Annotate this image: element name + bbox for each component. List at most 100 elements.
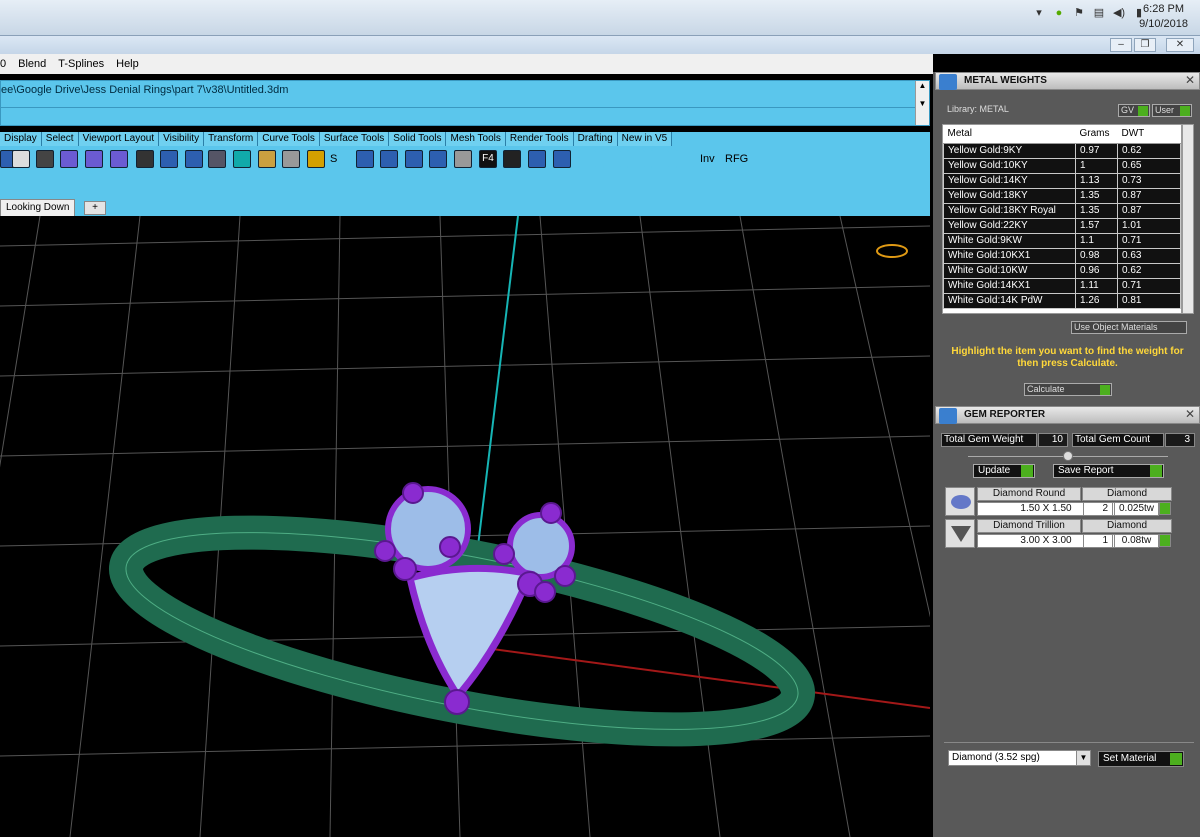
- table-row[interactable]: White Gold:14KX1 1.11 0.71: [943, 277, 1181, 294]
- use-object-materials-toggle[interactable]: Use Object Materials: [1071, 321, 1187, 334]
- table-row[interactable]: Yellow Gold:14KY 1.13 0.73: [943, 172, 1181, 189]
- dollar-icon[interactable]: [651, 150, 669, 168]
- gv-button[interactable]: GV: [1118, 104, 1150, 117]
- close-icon[interactable]: ✕: [1185, 73, 1195, 87]
- metal-weights-table[interactable]: Metal Grams DWT Yellow Gold:9KY 0.97 0.62 …: [942, 124, 1182, 314]
- arrow-icon[interactable]: [185, 150, 203, 168]
- tab-transform[interactable]: Transform: [204, 132, 259, 146]
- column-header-metal[interactable]: Metal: [943, 125, 1076, 144]
- close-button[interactable]: ✕: [1166, 38, 1194, 52]
- inv-label[interactable]: Inv: [700, 153, 715, 165]
- tab-visibility[interactable]: Visibility: [159, 132, 205, 146]
- chevron-down-icon[interactable]: ▼: [1076, 751, 1090, 765]
- save-icon[interactable]: [208, 150, 226, 168]
- metal-table-scrollbar[interactable]: [1182, 124, 1194, 314]
- gems-icon[interactable]: [136, 150, 154, 168]
- gem-list-item[interactable]: Diamond Round Diamond 1.50 X 1.50 2 0.02…: [945, 487, 1172, 516]
- tab-surface-tools[interactable]: Surface Tools: [319, 132, 390, 146]
- sphere-icon[interactable]: [60, 150, 78, 168]
- menu-item[interactable]: 0: [0, 58, 6, 70]
- device-icon[interactable]: ▤: [1092, 6, 1106, 20]
- mirror-icon[interactable]: [110, 150, 128, 168]
- viewport-tab-bar: Looking Down +: [0, 194, 930, 216]
- taskbar-clock[interactable]: 6:28 PM 9/10/2018: [1139, 2, 1188, 32]
- table-row[interactable]: White Gold:10KW 0.96 0.62: [943, 262, 1181, 279]
- column-header-grams[interactable]: Grams: [1075, 125, 1118, 144]
- update-button[interactable]: Update: [973, 464, 1035, 478]
- rfg-label[interactable]: RFG: [725, 153, 748, 165]
- transform-icon[interactable]: [627, 150, 645, 168]
- f4-button[interactable]: F4: [479, 150, 497, 168]
- network-status-icon[interactable]: ●: [1052, 6, 1066, 20]
- show-hidden-icons-icon[interactable]: ▾: [1032, 6, 1046, 20]
- up-arrow-2-icon[interactable]: [429, 150, 447, 168]
- table-row[interactable]: White Gold:14K PdW 1.26 0.81: [943, 292, 1181, 309]
- lock-icon[interactable]: [578, 150, 596, 168]
- unlock-icon[interactable]: [603, 150, 621, 168]
- tab-new-in-v5[interactable]: New in V5: [617, 132, 673, 146]
- gem-slider-handle[interactable]: [1063, 451, 1073, 461]
- menu-item-blend[interactable]: Blend: [18, 58, 46, 70]
- down-arrow-icon[interactable]: [380, 150, 398, 168]
- save-report-button[interactable]: Save Report: [1053, 464, 1164, 478]
- 3d-viewport[interactable]: [0, 216, 930, 837]
- command-scrollbar[interactable]: ▲ ▼: [915, 81, 929, 125]
- dwt-cell: 1.01: [1117, 217, 1181, 234]
- material-select[interactable]: Diamond (3.52 spg) ▼: [948, 750, 1091, 766]
- gear-icon[interactable]: [258, 150, 276, 168]
- tab-render-tools[interactable]: Render Tools: [505, 132, 574, 146]
- table-row[interactable]: Yellow Gold:10KY 1 0.65: [943, 157, 1181, 174]
- section-icon[interactable]: [85, 150, 103, 168]
- table-row[interactable]: White Gold:10KX1 0.98 0.63: [943, 247, 1181, 264]
- close-icon[interactable]: ✕: [1185, 407, 1195, 421]
- user-button[interactable]: User: [1152, 104, 1192, 117]
- s-curve-icon[interactable]: [454, 150, 472, 168]
- star-icon[interactable]: [503, 150, 521, 168]
- table-row[interactable]: White Gold:9KW 1.1 0.71: [943, 232, 1181, 249]
- table-row[interactable]: Yellow Gold:18KY Royal 1.35 0.87: [943, 202, 1181, 219]
- tab-solid-tools[interactable]: Solid Tools: [389, 132, 447, 146]
- cylinder-icon[interactable]: [528, 150, 546, 168]
- tab-viewport-layout[interactable]: Viewport Layout: [78, 132, 160, 146]
- gem-list-item[interactable]: Diamond Trillion Diamond 3.00 X 3.00 1 0…: [945, 519, 1172, 548]
- set-material-arrow-icon: [1170, 753, 1182, 765]
- volume-icon[interactable]: ◀): [1112, 6, 1126, 20]
- gem-select-arrow-icon[interactable]: [1159, 502, 1171, 515]
- points-icon[interactable]: [160, 150, 178, 168]
- add-viewport-tab-button[interactable]: +: [84, 201, 106, 215]
- table-row[interactable]: Yellow Gold:9KY 0.97 0.62: [943, 142, 1181, 159]
- tab-select[interactable]: Select: [41, 132, 79, 146]
- menu-item-help[interactable]: Help: [116, 58, 139, 70]
- tab-display[interactable]: Display: [0, 132, 42, 146]
- grams-cell: 1.35: [1075, 187, 1118, 204]
- tab-mesh-tools[interactable]: Mesh Tools: [446, 132, 506, 146]
- table-row[interactable]: Yellow Gold:22KY 1.57 1.01: [943, 217, 1181, 234]
- grid-icon[interactable]: [282, 150, 300, 168]
- viewport-tab-looking-down[interactable]: Looking Down: [0, 199, 76, 216]
- box-icon[interactable]: [233, 150, 251, 168]
- trillion-gem[interactable]: [405, 564, 535, 702]
- action-center-flag-icon[interactable]: ⚑: [1072, 6, 1086, 20]
- restore-button[interactable]: ❐: [1134, 38, 1156, 52]
- column-header-dwt[interactable]: DWT: [1117, 125, 1181, 144]
- round-gem-left[interactable]: [385, 486, 471, 572]
- command-area[interactable]: ee\Google Drive\Jess Denial Rings\part 7…: [0, 80, 930, 126]
- down-arrow-2-icon[interactable]: [405, 150, 423, 168]
- gem-select-arrow-icon[interactable]: [1159, 534, 1171, 547]
- gumball-icon[interactable]: [876, 244, 908, 258]
- table-row[interactable]: Yellow Gold:18KY 1.35 0.87: [943, 187, 1181, 204]
- s-label[interactable]: S: [330, 153, 337, 165]
- fe-icon[interactable]: [36, 150, 54, 168]
- tab-curve-tools[interactable]: Curve Tools: [258, 132, 320, 146]
- toolbar-tab-row: Display Select Viewport Layout Visibilit…: [0, 132, 930, 146]
- set-material-button[interactable]: Set Material: [1098, 751, 1184, 767]
- rotate-icon[interactable]: [553, 150, 571, 168]
- cube-icon[interactable]: [12, 150, 30, 168]
- del-icon[interactable]: [307, 150, 325, 168]
- menu-item-tsplines[interactable]: T-Splines: [58, 58, 104, 70]
- person-icon[interactable]: [676, 150, 694, 168]
- tab-drafting[interactable]: Drafting: [573, 132, 618, 146]
- calculate-button[interactable]: Calculate: [1024, 383, 1112, 396]
- minimize-button[interactable]: –: [1110, 38, 1132, 52]
- up-arrow-icon[interactable]: [356, 150, 374, 168]
